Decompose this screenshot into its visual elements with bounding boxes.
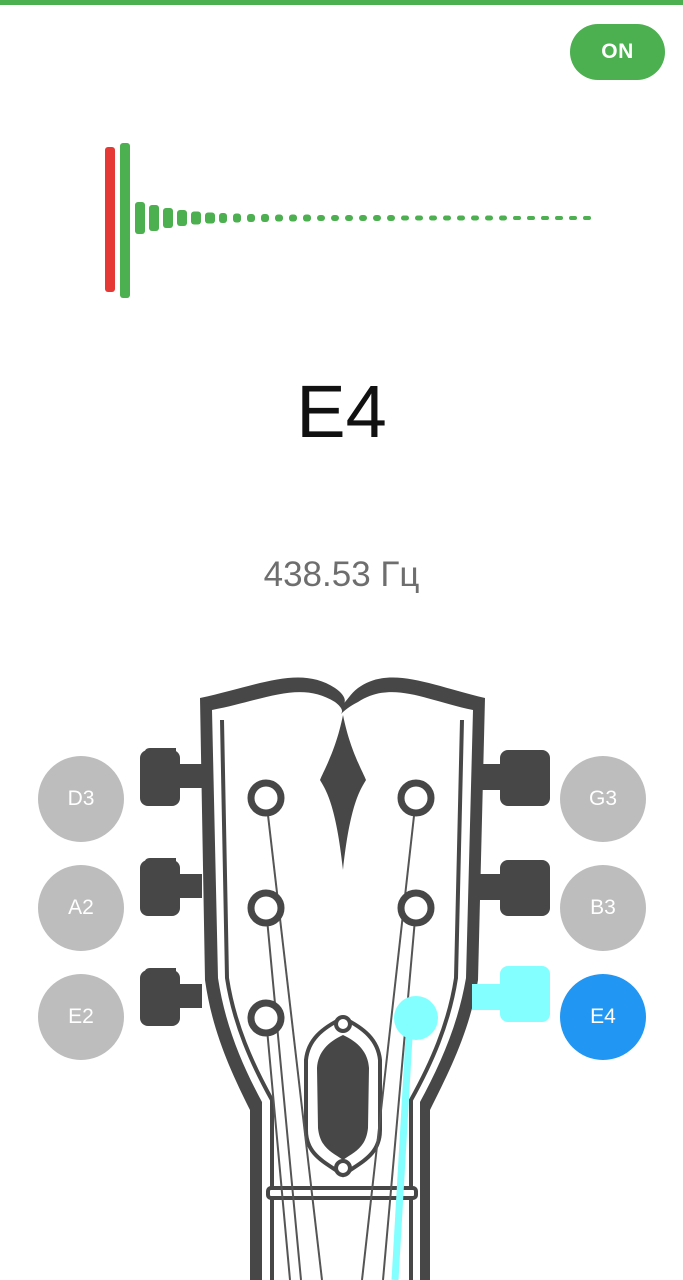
meter-tick: [233, 213, 241, 223]
detected-note: E4: [296, 370, 387, 453]
string-button-g3[interactable]: G3: [560, 756, 646, 842]
meter-tick: [457, 215, 465, 221]
active-tuning-post: [394, 996, 438, 1040]
nut: [266, 1186, 418, 1200]
string-button-e4[interactable]: E4: [560, 974, 646, 1060]
string-button-a2[interactable]: A2: [38, 865, 124, 951]
meter-tick: [163, 208, 173, 228]
meter-tick: [527, 216, 535, 220]
meter-green-bar: [120, 143, 130, 298]
meter-tick: [345, 215, 353, 221]
meter-tick: [429, 215, 437, 221]
meter-tick: [387, 215, 395, 221]
meter-tick: [359, 215, 367, 221]
meter-tick: [135, 202, 145, 234]
meter-tick: [485, 215, 493, 221]
meter-tick: [513, 216, 521, 220]
meter-red-bar: [105, 147, 115, 292]
tuning-meter: [105, 143, 591, 298]
meter-tick: [149, 205, 159, 231]
meter-tick: [373, 215, 381, 221]
meter-tick: [303, 214, 311, 222]
meter-tick: [331, 215, 339, 221]
string-button-e2[interactable]: E2: [38, 974, 124, 1060]
meter-tick: [401, 215, 409, 221]
string-button-d3[interactable]: D3: [38, 756, 124, 842]
meter-tick: [541, 216, 549, 220]
guitar-headstock-illustration: [140, 677, 550, 1280]
meter-tick: [555, 216, 563, 220]
meter-tick: [205, 212, 215, 224]
truss-screw-top: [334, 1015, 352, 1033]
status-accent-bar: [0, 0, 683, 5]
meter-tick: [191, 211, 201, 225]
truss-screw-bottom: [334, 1159, 352, 1177]
tuner-pegs-right: [480, 750, 550, 916]
meter-tick: [247, 214, 255, 222]
meter-tick: [569, 216, 577, 220]
meter-tick: [317, 215, 325, 221]
truss-rod-cover-inner: [317, 1035, 369, 1160]
meter-tick: [177, 210, 187, 226]
power-toggle-button[interactable]: ON: [570, 24, 665, 80]
meter-tick: [289, 214, 297, 222]
meter-tick: [443, 215, 451, 221]
meter-tick: [499, 215, 507, 221]
meter-tick: [275, 214, 283, 222]
meter-tick: [471, 215, 479, 221]
detected-frequency: 438.53 Гц: [263, 555, 420, 594]
active-tuner-peg: [472, 966, 550, 1022]
meter-tick: [261, 214, 269, 222]
meter-tick: [583, 216, 591, 220]
tuner-pegs-left: [140, 748, 202, 1026]
string-button-b3[interactable]: B3: [560, 865, 646, 951]
meter-tick: [219, 213, 227, 223]
meter-tick: [415, 215, 423, 221]
